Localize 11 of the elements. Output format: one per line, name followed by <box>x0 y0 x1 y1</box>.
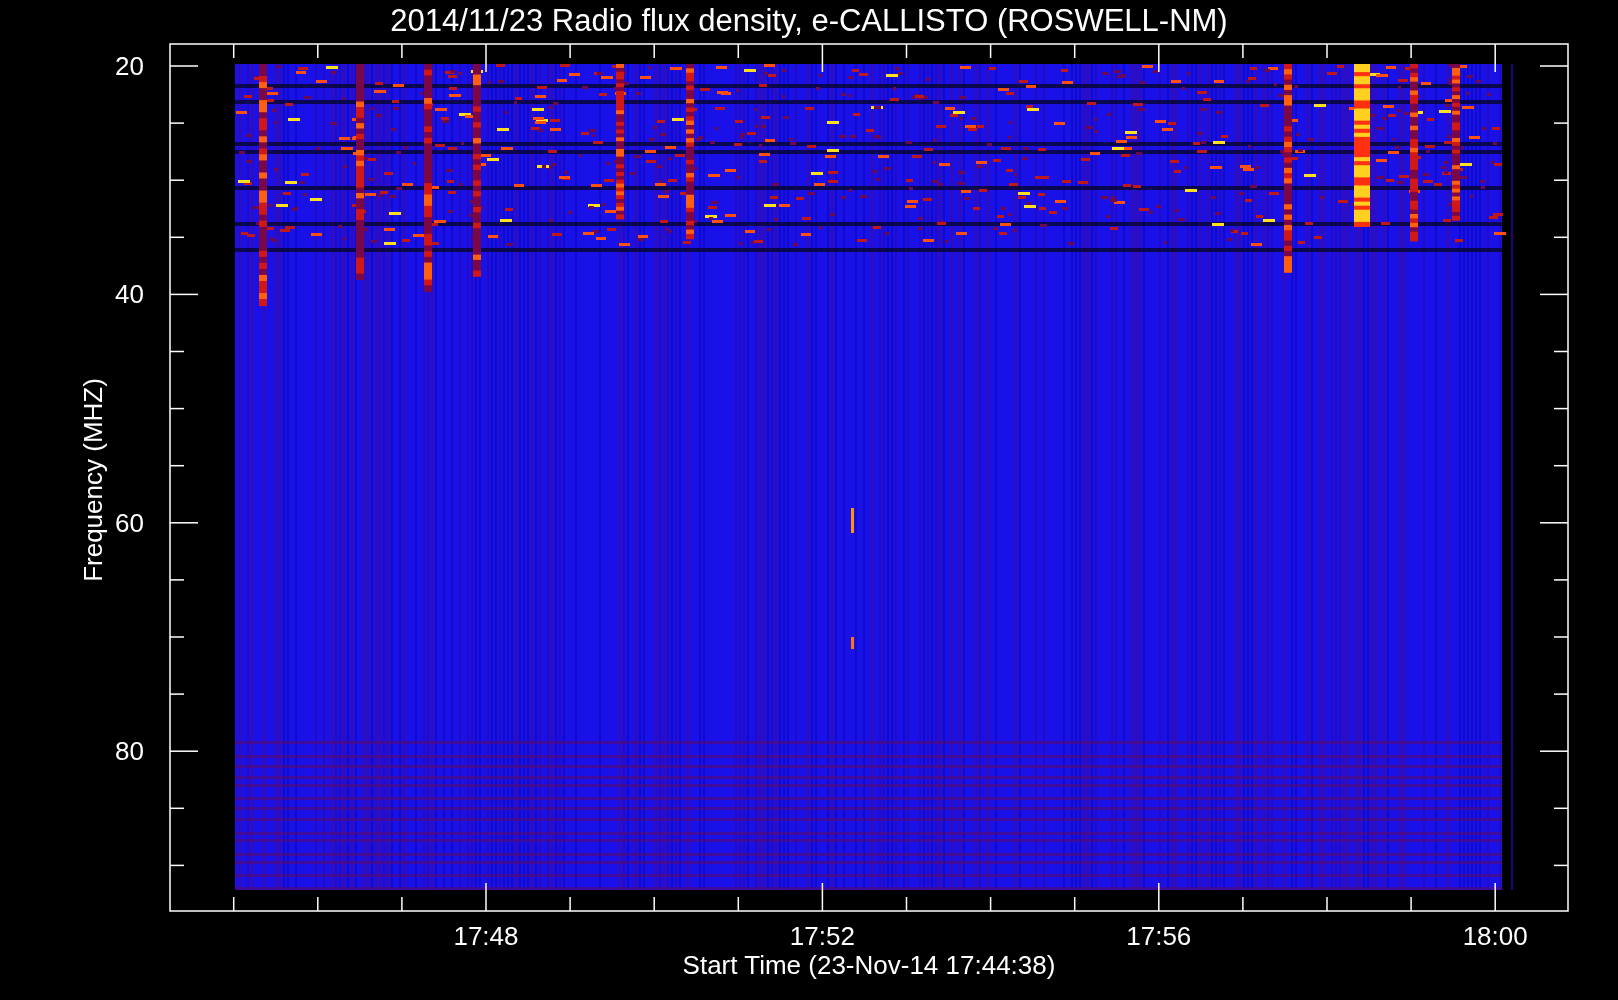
x-tick-label: 18:00 <box>1462 921 1528 951</box>
y-tick-label: 80 <box>115 736 144 767</box>
x-tick-label: 17:48 <box>453 921 519 951</box>
y-tick-label: 20 <box>115 51 144 81</box>
chart-title: 2014/11/23 Radio flux density, e-CALLISTO (ROSWELL-NM) <box>390 3 1228 38</box>
y-axis-label: Frequency (MHZ) <box>78 378 108 582</box>
x-axis-label: Start Time (23-Nov-14 17:44:38) <box>682 950 1056 980</box>
x-tick-label: 17:52 <box>789 921 855 951</box>
x-tick-label: 17:56 <box>1126 921 1192 951</box>
y-tick-label: 40 <box>115 279 144 310</box>
y-tick-label: 60 <box>115 507 144 538</box>
